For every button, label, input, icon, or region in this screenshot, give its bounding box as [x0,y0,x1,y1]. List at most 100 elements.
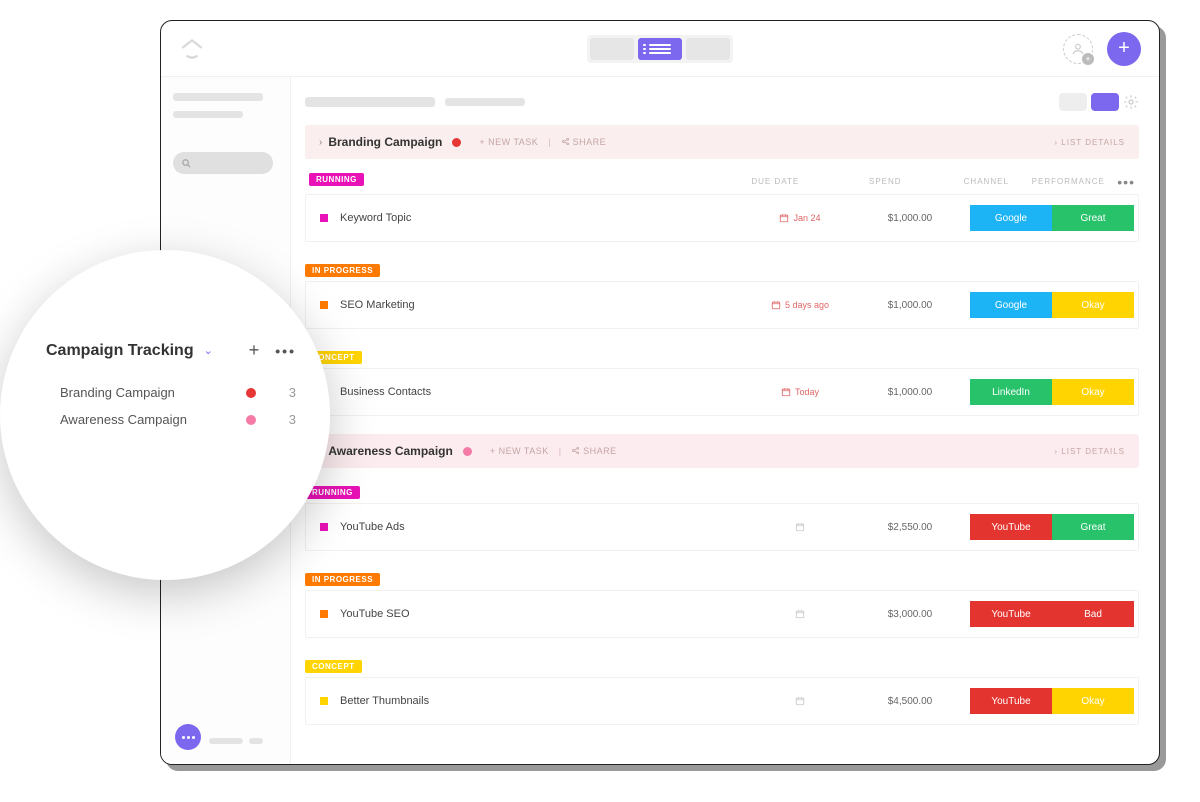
status-dot-icon [463,447,472,456]
share-icon [571,446,580,455]
channel-chip[interactable]: LinkedIn [970,379,1052,405]
due-date[interactable] [750,609,850,619]
item-count: 3 [266,412,296,427]
calendar-icon [781,387,791,397]
topbar: + [161,21,1159,77]
list-details-button[interactable]: › LIST DETAILS [1054,138,1125,147]
sidebar-skeleton [173,93,263,101]
status-badge: CONCEPT [305,660,362,673]
calendar-icon [779,213,789,223]
channel-chip[interactable]: YouTube [970,601,1052,627]
task-group: CONCEPT Better Thumbnails$4,500.00YouTube… [305,656,1139,725]
chevron-down-icon[interactable]: ⌄ [204,344,213,357]
channel-chip[interactable]: Google [970,205,1052,231]
col-channel: CHANNEL [945,177,1027,186]
new-task-button[interactable]: + NEW TASK [490,446,549,456]
performance-chip[interactable]: Great [1052,205,1134,231]
performance-chip[interactable]: Okay [1052,379,1134,405]
sidebar-skeleton [173,111,243,118]
status-badge: IN PROGRESS [305,264,380,277]
topbar-right: + [1063,32,1141,66]
task-row[interactable]: YouTube SEO $3,000.00YouTubeBad [305,590,1139,638]
more-options-button[interactable]: ••• [275,343,296,359]
task-row[interactable]: YouTube Ads $2,550.00YouTubeGreat [305,503,1139,551]
due-date[interactable] [750,696,850,706]
search-icon [181,158,192,169]
status-square-icon [320,697,328,705]
share-icon [561,137,570,146]
space-title[interactable]: Campaign Tracking [46,342,194,360]
task-name: Business Contacts [340,386,750,398]
view-box-button[interactable] [686,38,730,60]
toggle-option[interactable] [1059,93,1087,111]
status-square-icon [320,301,328,309]
logo-icon [179,36,205,62]
sidebar-item-branding[interactable]: Branding Campaign 3 [46,379,296,406]
sidebar-item-awareness[interactable]: Awareness Campaign 3 [46,406,296,433]
list-details-button[interactable]: › LIST DETAILS [1054,447,1125,456]
create-button[interactable]: + [1107,32,1141,66]
status-dot-icon [452,138,461,147]
view-board-button[interactable] [590,38,634,60]
view-switcher [587,35,733,63]
add-person-button[interactable] [1063,34,1093,64]
status-dot-icon [246,415,256,425]
col-performance: PERFORMANCE [1027,177,1109,186]
sidebar-item-label: Awareness Campaign [60,412,187,427]
status-badge: RUNNING [305,486,360,499]
task-name: SEO Marketing [340,299,750,311]
task-row[interactable]: SEO Marketing5 days ago$1,000.00GoogleOk… [305,281,1139,329]
calendar-icon [795,522,805,532]
task-row[interactable]: Keyword TopicJan 24$1,000.00GoogleGreat [305,194,1139,242]
col-due: DUE DATE [725,177,825,186]
spend-value: $4,500.00 [850,696,970,707]
view-list-button[interactable] [638,38,682,60]
sidebar-item-label: Branding Campaign [60,385,175,400]
channel-chip[interactable]: Google [970,292,1052,318]
spend-value: $1,000.00 [850,300,970,311]
chat-button[interactable] [175,724,201,750]
campaign-title: Branding Campaign [328,135,442,149]
due-date[interactable]: 5 days ago [750,300,850,310]
share-button[interactable]: SHARE [571,446,617,456]
more-columns-button[interactable]: ••• [1117,174,1135,190]
campaign-header[interactable]: ›Branding Campaign+ NEW TASK| SHARE› LIS… [305,125,1139,159]
calendar-icon [795,696,805,706]
toggle-option-active[interactable] [1091,93,1119,111]
main-header [305,93,1139,111]
gear-icon[interactable] [1123,94,1139,110]
chat-icon [182,736,195,739]
task-name: YouTube Ads [340,521,750,533]
channel-chip[interactable]: YouTube [970,688,1052,714]
task-row[interactable]: Better Thumbnails$4,500.00YouTubeOkay [305,677,1139,725]
performance-chip[interactable]: Okay [1052,292,1134,318]
add-list-button[interactable]: + [249,340,260,361]
new-task-button[interactable]: + NEW TASK [479,137,538,147]
search-input[interactable] [173,152,273,174]
performance-chip[interactable]: Bad [1052,601,1134,627]
task-group: RUNNING YouTube Ads $2,550.00YouTubeGreat [305,482,1139,551]
spend-value: $3,000.00 [850,609,970,620]
due-date[interactable]: Today [750,387,850,397]
calendar-icon [771,300,781,310]
list-icon [649,44,671,54]
column-headers: RUNNINGDUE DATESPENDCHANNELPERFORMANCE••… [305,173,1139,194]
view-toggle-group [1059,93,1139,111]
channel-chip[interactable]: YouTube [970,514,1052,540]
person-icon [1071,42,1085,56]
performance-chip[interactable]: Okay [1052,688,1134,714]
status-dot-icon [246,388,256,398]
share-button[interactable]: SHARE [561,137,607,147]
campaign-header[interactable]: ›Awareness Campaign+ NEW TASK| SHARE› LI… [305,434,1139,468]
space-actions: + ••• [249,340,296,361]
calendar-icon [795,609,805,619]
spend-value: $2,550.00 [850,522,970,533]
status-square-icon [320,523,328,531]
performance-chip[interactable]: Great [1052,514,1134,540]
due-date[interactable] [750,522,850,532]
spend-value: $1,000.00 [850,387,970,398]
task-row[interactable]: Business ContactsToday$1,000.00LinkedInO… [305,368,1139,416]
task-name: YouTube SEO [340,608,750,620]
col-spend: SPEND [825,177,945,186]
due-date[interactable]: Jan 24 [750,213,850,223]
